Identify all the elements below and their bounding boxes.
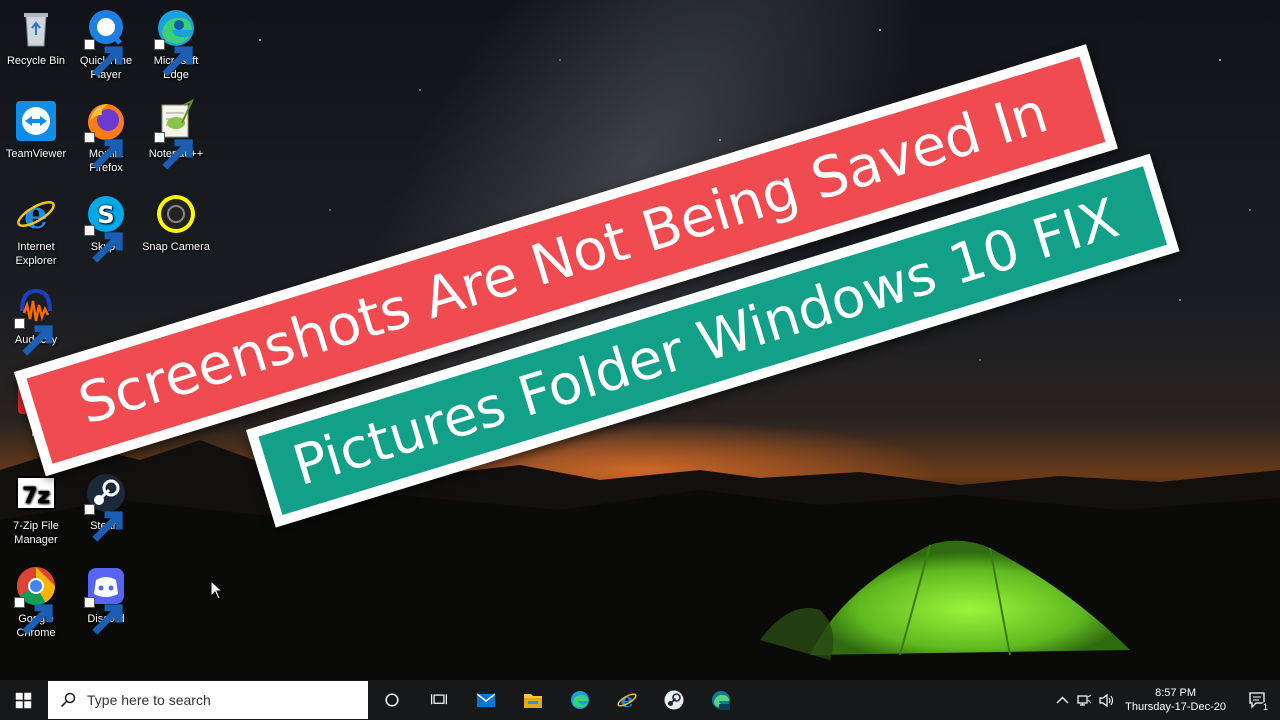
chrome-icon bbox=[14, 564, 58, 635]
mouse-cursor-icon bbox=[210, 580, 224, 600]
desktop-icon-skype[interactable]: S Skype bbox=[70, 192, 142, 263]
desktop-icon-snap-camera[interactable]: Snap Camera bbox=[140, 192, 212, 254]
shortcut-arrow-icon bbox=[154, 132, 193, 170]
recycle-bin-icon bbox=[14, 6, 58, 50]
network-icon bbox=[1077, 694, 1091, 706]
desktop-icon-label: Recycle Bin bbox=[6, 55, 66, 67]
taskbar-internet-explorer[interactable]: e bbox=[603, 680, 650, 720]
skype-icon: S bbox=[84, 192, 128, 263]
internet-explorer-icon: e bbox=[14, 192, 58, 236]
clock-date: Thursday-17-Dec-20 bbox=[1125, 701, 1226, 713]
tray-overflow-button[interactable] bbox=[1051, 680, 1073, 720]
quicktime-icon bbox=[84, 6, 128, 77]
firefox-icon bbox=[84, 99, 128, 170]
desktop-icon-recycle-bin[interactable]: Recycle Bin bbox=[0, 6, 72, 68]
audacity-icon bbox=[14, 285, 58, 356]
system-tray: 8:57 PM Thursday-17-Dec-20 1 bbox=[1051, 680, 1280, 720]
desktop-icon-7zip[interactable]: 7z 7-Zip File Manager bbox=[0, 471, 72, 547]
desktop-icon-teamviewer[interactable]: TeamViewer bbox=[0, 99, 72, 161]
teamviewer-icon bbox=[14, 99, 58, 143]
shortcut-arrow-icon bbox=[84, 597, 123, 635]
taskbar: e 8:57 PM Thursday-17-Dec-20 1 bbox=[0, 680, 1280, 720]
shortcut-arrow-icon bbox=[84, 132, 123, 170]
svg-text:S: S bbox=[97, 201, 114, 229]
clock-time: 8:57 PM bbox=[1155, 687, 1197, 699]
notification-count-badge: 1 bbox=[1260, 702, 1270, 712]
desktop-icon-label: Snap Camera bbox=[142, 241, 210, 253]
shortcut-arrow-icon bbox=[14, 597, 53, 635]
mail-icon bbox=[476, 693, 495, 707]
cortana-button[interactable] bbox=[368, 680, 415, 720]
tray-volume-button[interactable] bbox=[1095, 680, 1117, 720]
desktop-icon-chrome[interactable]: Google Chrome bbox=[0, 564, 72, 640]
shortcut-arrow-icon bbox=[154, 39, 193, 77]
taskbar-search-box[interactable] bbox=[48, 681, 368, 719]
desktop-icon-label: Internet Explorer bbox=[15, 241, 57, 267]
edge-icon bbox=[570, 691, 589, 709]
search-input[interactable] bbox=[85, 691, 359, 709]
steam-icon bbox=[664, 690, 683, 710]
discord-icon bbox=[84, 564, 128, 635]
edge-dev-icon bbox=[711, 691, 730, 710]
taskbar-mail[interactable] bbox=[462, 680, 509, 720]
task-view-icon bbox=[430, 694, 447, 705]
desktop-icon-notepad-plus-plus[interactable]: Notepad++ bbox=[140, 99, 212, 170]
taskbar-edge[interactable] bbox=[556, 680, 603, 720]
search-icon bbox=[60, 692, 76, 708]
desktop-icon-discord[interactable]: Discord bbox=[70, 564, 142, 635]
desktop-icon-audacity[interactable]: Audacity bbox=[0, 285, 72, 356]
taskbar-file-explorer[interactable] bbox=[509, 680, 556, 720]
taskbar-clock[interactable]: 8:57 PM Thursday-17-Dec-20 bbox=[1117, 686, 1234, 714]
action-center-button[interactable]: 1 bbox=[1234, 680, 1280, 720]
taskbar-steam[interactable] bbox=[650, 680, 697, 720]
shortcut-arrow-icon bbox=[14, 318, 53, 356]
shortcut-arrow-icon bbox=[84, 39, 123, 77]
shortcut-arrow-icon bbox=[84, 504, 123, 542]
edge-icon bbox=[154, 6, 198, 77]
notepad-plus-plus-icon bbox=[154, 99, 198, 170]
desktop-icon-internet-explorer[interactable]: e Internet Explorer bbox=[0, 192, 72, 268]
speaker-icon bbox=[1099, 693, 1113, 707]
tray-network-button[interactable] bbox=[1073, 680, 1095, 720]
desktop-icon-steam[interactable]: Steam bbox=[70, 471, 142, 542]
windows-logo-icon bbox=[15, 692, 32, 708]
shortcut-arrow-icon bbox=[84, 225, 123, 263]
desktop-icon-label: 7-Zip File Manager bbox=[13, 520, 59, 546]
svg-text:e: e bbox=[24, 192, 48, 236]
internet-explorer-icon: e bbox=[616, 689, 637, 711]
file-explorer-icon bbox=[523, 694, 542, 708]
desktop-icon-label: TeamViewer bbox=[5, 148, 67, 160]
seven-zip-icon: 7z bbox=[14, 471, 58, 515]
steam-icon bbox=[84, 471, 128, 542]
svg-text:e: e bbox=[620, 689, 633, 711]
cortana-circle-icon bbox=[384, 693, 399, 707]
svg-text:7z: 7z bbox=[22, 484, 50, 509]
desktop-icon-quicktime[interactable]: QuickTime Player bbox=[70, 6, 142, 82]
chevron-up-icon bbox=[1056, 696, 1069, 703]
task-view-button[interactable] bbox=[415, 680, 462, 720]
snap-camera-icon bbox=[154, 192, 198, 236]
taskbar-edge-dev[interactable] bbox=[697, 680, 744, 720]
desktop-icon-edge[interactable]: Microsoft Edge bbox=[140, 6, 212, 82]
desktop-icon-firefox[interactable]: Mozilla Firefox bbox=[70, 99, 142, 175]
start-button[interactable] bbox=[0, 680, 47, 720]
